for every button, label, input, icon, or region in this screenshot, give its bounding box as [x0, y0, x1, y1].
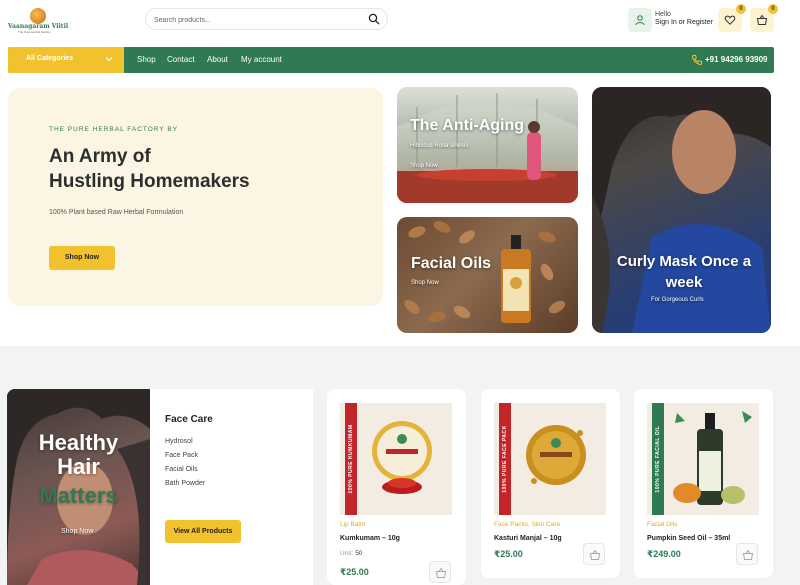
product-image[interactable]: 100% PURE FACE PACK [494, 403, 606, 515]
facial-oils-shop-now-link[interactable]: Shop Now [411, 280, 439, 286]
account-button[interactable] [628, 8, 652, 32]
product-category[interactable]: Lip Balm [340, 521, 365, 528]
all-categories-dropdown[interactable]: All Categories [8, 47, 124, 73]
nav-contact[interactable]: Contact [167, 55, 195, 64]
phone-number[interactable]: +91 94296 93909 [705, 55, 768, 64]
curly-mask-title-line-1: Curly Mask Once a [616, 253, 752, 270]
category-link-bath-powder[interactable]: Bath Powder [165, 480, 205, 487]
nav-shop[interactable]: Shop [137, 55, 156, 64]
logo-text: Vaanagaram Viitil [8, 23, 69, 30]
hero-title-line-1: An Army of [49, 146, 151, 167]
curly-mask-title-line-2: week [665, 274, 703, 291]
cart-count-badge: 0 [768, 4, 778, 14]
category-link-hydrosol[interactable]: Hydrosol [165, 438, 193, 445]
search-input[interactable] [154, 13, 364, 27]
product-category[interactable]: Face Packs, Skin Care [494, 521, 560, 528]
hero-eyebrow: THE PURE HERBAL FACTORY BY [49, 126, 179, 133]
basket-icon [435, 567, 447, 578]
product-name[interactable]: Kumkumam – 10g [340, 535, 400, 542]
anti-aging-subtitle: Hibiscus Rosa sinesis [410, 143, 469, 149]
product-name[interactable]: Pumpkin Seed Oil – 35ml [647, 535, 730, 542]
all-categories-label: All Categories [26, 55, 74, 62]
hero-title: An Army of Hustling Homemakers [49, 144, 309, 194]
wishlist-count-badge: 0 [736, 4, 746, 14]
chevron-down-icon [105, 57, 113, 62]
main-nav: All Categories Shop Contact About My acc… [8, 47, 774, 73]
product-unit-value: 50 [355, 550, 363, 557]
add-to-cart-button[interactable] [583, 543, 605, 565]
product-price: ₹249.00 [647, 549, 681, 559]
cart-button[interactable]: 0 [750, 4, 778, 32]
pumpkin-seed-oil-photo [673, 411, 752, 505]
product-name[interactable]: Kasturi Manjal – 10g [494, 535, 562, 542]
user-icon [635, 15, 645, 26]
curly-mask-subtitle: For Gorgeous Curls [651, 297, 704, 303]
basket-icon [742, 549, 754, 560]
anti-aging-shop-now-link[interactable]: Shop Now [410, 163, 438, 169]
add-to-cart-button[interactable] [736, 543, 758, 565]
facial-oils-title: Facial Oils [411, 255, 492, 272]
healthy-hair-shop-now-link[interactable]: Shop Now [61, 528, 93, 535]
face-care-category-card: Healthy Hair Matters Shop Now Face Care … [7, 389, 313, 585]
add-to-cart-button[interactable] [429, 561, 451, 583]
site-logo[interactable]: Vaanagaram Viitil The Pure Herbal Factor… [8, 8, 72, 34]
search-bar [145, 8, 388, 30]
anti-aging-title: The Anti-Aging [410, 117, 525, 134]
healthy-hair-line-1: Healthy [38, 430, 119, 455]
product-card[interactable]: 100% PURE KUMKUMAM Lip Balm Kumkumam – 1… [327, 389, 466, 585]
healthy-hair-line-3: Matters [39, 483, 118, 508]
search-icon[interactable] [368, 13, 380, 25]
logo-tagline: The Pure Herbal Factory [18, 30, 51, 34]
phone-icon [691, 55, 702, 66]
hero-subtitle: 100% Plant based Raw Herbal Formulation [49, 209, 184, 216]
site-header: Vaanagaram Viitil The Pure Herbal Factor… [0, 0, 800, 44]
wishlist-button[interactable]: 0 [718, 4, 746, 32]
healthy-hair-line-2: Hair [57, 454, 100, 479]
nav-about[interactable]: About [207, 55, 228, 64]
product-unit-label: Unit: [340, 550, 354, 557]
face-care-heading: Face Care [165, 414, 213, 425]
product-price: ₹25.00 [494, 549, 523, 559]
curly-mask-title: Curly Mask Once a week [614, 251, 754, 293]
signin-link[interactable]: Sign In or Register [655, 19, 713, 26]
almond-oil-photo [404, 221, 566, 323]
basket-icon [756, 14, 768, 25]
greeting-text: Hello [655, 11, 671, 18]
product-price: ₹25.00 [340, 567, 369, 577]
kasturi-manjal-jar-photo [526, 425, 586, 485]
product-image[interactable]: 100% PURE FACIAL OIL [647, 403, 759, 515]
product-category[interactable]: Facial Oils [647, 521, 677, 528]
product-image[interactable]: 100% PURE KUMKUMAM [340, 403, 452, 515]
category-link-facial-oils[interactable]: Facial Oils [165, 466, 198, 473]
curly-mask-promo-tile[interactable]: Curly Mask Once a week For Gorgeous Curl… [592, 87, 771, 333]
hero-banner: THE PURE HERBAL FACTORY BY An Army of Hu… [8, 88, 383, 306]
product-unit: Unit: 50 [340, 550, 362, 557]
product-card[interactable]: 100% PURE FACE PACK Face Packs, Skin Car… [481, 389, 620, 578]
heart-icon [724, 15, 736, 25]
logo-emblem-icon [30, 8, 46, 24]
page: Vaanagaram Viitil The Pure Herbal Factor… [0, 0, 800, 585]
healthy-hair-banner[interactable]: Healthy Hair Matters Shop Now [7, 389, 150, 585]
hero-shop-now-button[interactable]: Shop Now [49, 246, 115, 270]
facial-oils-promo-tile[interactable]: Facial Oils Shop Now [397, 217, 578, 333]
nav-my-account[interactable]: My account [241, 55, 282, 64]
basket-icon [589, 549, 601, 560]
kumkumam-jar-photo [372, 421, 432, 494]
anti-aging-promo-tile[interactable]: The Anti-Aging Hibiscus Rosa sinesis Sho… [397, 87, 578, 203]
view-all-products-button[interactable]: View All Products [165, 520, 241, 543]
category-link-face-pack[interactable]: Face Pack [165, 452, 198, 459]
product-card[interactable]: 100% PURE FACIAL OIL Facial Oils Pumpkin… [634, 389, 773, 578]
hero-title-line-2: Hustling Homemakers [49, 171, 250, 192]
